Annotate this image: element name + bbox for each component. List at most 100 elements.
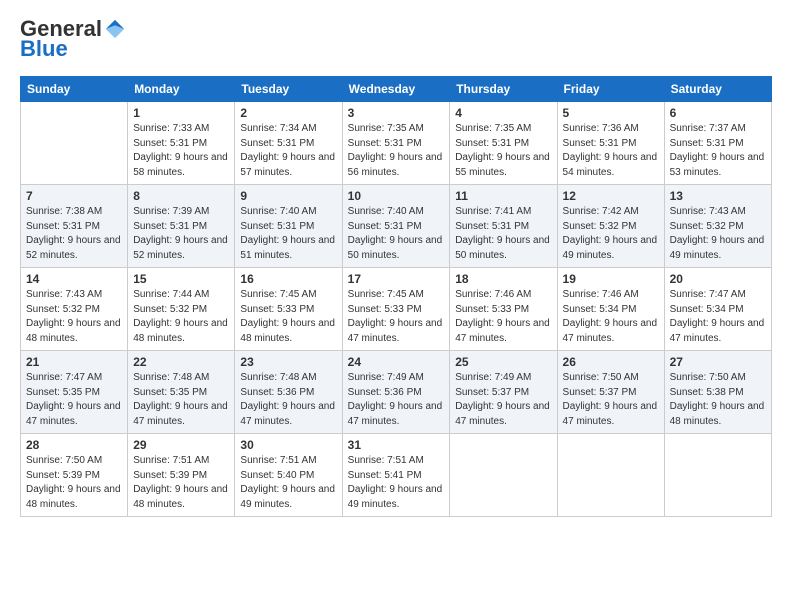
day-info: Sunrise: 7:50 AMSunset: 5:38 PMDaylight:… <box>670 372 765 427</box>
day-info: Sunrise: 7:41 AMSunset: 5:31 PMDaylight:… <box>455 206 550 261</box>
calendar-cell <box>21 102 128 185</box>
weekday-header-monday: Monday <box>128 77 235 102</box>
calendar-cell: 20 Sunrise: 7:47 AMSunset: 5:34 PMDaylig… <box>664 268 771 351</box>
day-number: 10 <box>348 189 445 203</box>
calendar-cell <box>450 434 557 517</box>
day-info: Sunrise: 7:35 AMSunset: 5:31 PMDaylight:… <box>348 123 443 178</box>
weekday-header-saturday: Saturday <box>664 77 771 102</box>
day-info: Sunrise: 7:51 AMSunset: 5:41 PMDaylight:… <box>348 455 443 510</box>
calendar-cell: 21 Sunrise: 7:47 AMSunset: 5:35 PMDaylig… <box>21 351 128 434</box>
day-info: Sunrise: 7:40 AMSunset: 5:31 PMDaylight:… <box>348 206 443 261</box>
day-info: Sunrise: 7:48 AMSunset: 5:35 PMDaylight:… <box>133 372 228 427</box>
day-info: Sunrise: 7:49 AMSunset: 5:37 PMDaylight:… <box>455 372 550 427</box>
day-info: Sunrise: 7:35 AMSunset: 5:31 PMDaylight:… <box>455 123 550 178</box>
day-number: 18 <box>455 272 551 286</box>
day-info: Sunrise: 7:43 AMSunset: 5:32 PMDaylight:… <box>670 206 765 261</box>
calendar-cell: 18 Sunrise: 7:46 AMSunset: 5:33 PMDaylig… <box>450 268 557 351</box>
calendar-cell: 13 Sunrise: 7:43 AMSunset: 5:32 PMDaylig… <box>664 185 771 268</box>
day-number: 17 <box>348 272 445 286</box>
day-number: 2 <box>240 106 336 120</box>
day-info: Sunrise: 7:47 AMSunset: 5:35 PMDaylight:… <box>26 372 121 427</box>
day-number: 28 <box>26 438 122 452</box>
calendar-cell: 17 Sunrise: 7:45 AMSunset: 5:33 PMDaylig… <box>342 268 450 351</box>
day-number: 5 <box>563 106 659 120</box>
day-number: 30 <box>240 438 336 452</box>
day-number: 4 <box>455 106 551 120</box>
day-number: 1 <box>133 106 229 120</box>
day-info: Sunrise: 7:46 AMSunset: 5:33 PMDaylight:… <box>455 289 550 344</box>
calendar-cell: 1 Sunrise: 7:33 AMSunset: 5:31 PMDayligh… <box>128 102 235 185</box>
day-number: 9 <box>240 189 336 203</box>
calendar-cell: 8 Sunrise: 7:39 AMSunset: 5:31 PMDayligh… <box>128 185 235 268</box>
weekday-header-wednesday: Wednesday <box>342 77 450 102</box>
day-number: 26 <box>563 355 659 369</box>
weekday-header-sunday: Sunday <box>21 77 128 102</box>
calendar-cell: 23 Sunrise: 7:48 AMSunset: 5:36 PMDaylig… <box>235 351 342 434</box>
calendar-cell: 28 Sunrise: 7:50 AMSunset: 5:39 PMDaylig… <box>21 434 128 517</box>
calendar-cell: 5 Sunrise: 7:36 AMSunset: 5:31 PMDayligh… <box>557 102 664 185</box>
calendar-week-row: 14 Sunrise: 7:43 AMSunset: 5:32 PMDaylig… <box>21 268 772 351</box>
logo-icon <box>104 18 126 40</box>
day-number: 15 <box>133 272 229 286</box>
calendar-cell: 25 Sunrise: 7:49 AMSunset: 5:37 PMDaylig… <box>450 351 557 434</box>
day-number: 19 <box>563 272 659 286</box>
page-container: General Blue SundayMondayTuesdayWednesda… <box>0 0 792 527</box>
weekday-header-row: SundayMondayTuesdayWednesdayThursdayFrid… <box>21 77 772 102</box>
day-number: 31 <box>348 438 445 452</box>
day-info: Sunrise: 7:33 AMSunset: 5:31 PMDaylight:… <box>133 123 228 178</box>
day-number: 20 <box>670 272 766 286</box>
day-info: Sunrise: 7:39 AMSunset: 5:31 PMDaylight:… <box>133 206 228 261</box>
day-info: Sunrise: 7:38 AMSunset: 5:31 PMDaylight:… <box>26 206 121 261</box>
calendar-cell: 27 Sunrise: 7:50 AMSunset: 5:38 PMDaylig… <box>664 351 771 434</box>
calendar-cell: 6 Sunrise: 7:37 AMSunset: 5:31 PMDayligh… <box>664 102 771 185</box>
day-number: 7 <box>26 189 122 203</box>
day-number: 11 <box>455 189 551 203</box>
day-info: Sunrise: 7:45 AMSunset: 5:33 PMDaylight:… <box>240 289 335 344</box>
calendar-cell: 15 Sunrise: 7:44 AMSunset: 5:32 PMDaylig… <box>128 268 235 351</box>
day-number: 13 <box>670 189 766 203</box>
day-info: Sunrise: 7:46 AMSunset: 5:34 PMDaylight:… <box>563 289 658 344</box>
logo: General Blue <box>20 18 126 62</box>
weekday-header-friday: Friday <box>557 77 664 102</box>
day-number: 22 <box>133 355 229 369</box>
day-info: Sunrise: 7:50 AMSunset: 5:39 PMDaylight:… <box>26 455 121 510</box>
calendar-cell: 12 Sunrise: 7:42 AMSunset: 5:32 PMDaylig… <box>557 185 664 268</box>
calendar-cell: 16 Sunrise: 7:45 AMSunset: 5:33 PMDaylig… <box>235 268 342 351</box>
weekday-header-thursday: Thursday <box>450 77 557 102</box>
day-info: Sunrise: 7:34 AMSunset: 5:31 PMDaylight:… <box>240 123 335 178</box>
calendar-cell: 31 Sunrise: 7:51 AMSunset: 5:41 PMDaylig… <box>342 434 450 517</box>
day-info: Sunrise: 7:51 AMSunset: 5:40 PMDaylight:… <box>240 455 335 510</box>
day-info: Sunrise: 7:36 AMSunset: 5:31 PMDaylight:… <box>563 123 658 178</box>
day-info: Sunrise: 7:50 AMSunset: 5:37 PMDaylight:… <box>563 372 658 427</box>
day-info: Sunrise: 7:43 AMSunset: 5:32 PMDaylight:… <box>26 289 121 344</box>
calendar-table: SundayMondayTuesdayWednesdayThursdayFrid… <box>20 76 772 517</box>
day-number: 23 <box>240 355 336 369</box>
day-number: 24 <box>348 355 445 369</box>
day-number: 14 <box>26 272 122 286</box>
day-info: Sunrise: 7:44 AMSunset: 5:32 PMDaylight:… <box>133 289 228 344</box>
weekday-header-tuesday: Tuesday <box>235 77 342 102</box>
calendar-cell: 9 Sunrise: 7:40 AMSunset: 5:31 PMDayligh… <box>235 185 342 268</box>
calendar-cell: 11 Sunrise: 7:41 AMSunset: 5:31 PMDaylig… <box>450 185 557 268</box>
page-header: General Blue <box>20 18 772 62</box>
calendar-cell: 4 Sunrise: 7:35 AMSunset: 5:31 PMDayligh… <box>450 102 557 185</box>
day-info: Sunrise: 7:48 AMSunset: 5:36 PMDaylight:… <box>240 372 335 427</box>
day-number: 6 <box>670 106 766 120</box>
calendar-week-row: 1 Sunrise: 7:33 AMSunset: 5:31 PMDayligh… <box>21 102 772 185</box>
calendar-cell: 2 Sunrise: 7:34 AMSunset: 5:31 PMDayligh… <box>235 102 342 185</box>
calendar-cell: 3 Sunrise: 7:35 AMSunset: 5:31 PMDayligh… <box>342 102 450 185</box>
day-info: Sunrise: 7:49 AMSunset: 5:36 PMDaylight:… <box>348 372 443 427</box>
day-number: 29 <box>133 438 229 452</box>
day-info: Sunrise: 7:37 AMSunset: 5:31 PMDaylight:… <box>670 123 765 178</box>
day-number: 27 <box>670 355 766 369</box>
day-info: Sunrise: 7:47 AMSunset: 5:34 PMDaylight:… <box>670 289 765 344</box>
day-number: 16 <box>240 272 336 286</box>
calendar-week-row: 21 Sunrise: 7:47 AMSunset: 5:35 PMDaylig… <box>21 351 772 434</box>
day-number: 3 <box>348 106 445 120</box>
calendar-cell: 24 Sunrise: 7:49 AMSunset: 5:36 PMDaylig… <box>342 351 450 434</box>
calendar-cell <box>664 434 771 517</box>
calendar-cell: 7 Sunrise: 7:38 AMSunset: 5:31 PMDayligh… <box>21 185 128 268</box>
calendar-cell: 19 Sunrise: 7:46 AMSunset: 5:34 PMDaylig… <box>557 268 664 351</box>
day-number: 12 <box>563 189 659 203</box>
day-info: Sunrise: 7:45 AMSunset: 5:33 PMDaylight:… <box>348 289 443 344</box>
